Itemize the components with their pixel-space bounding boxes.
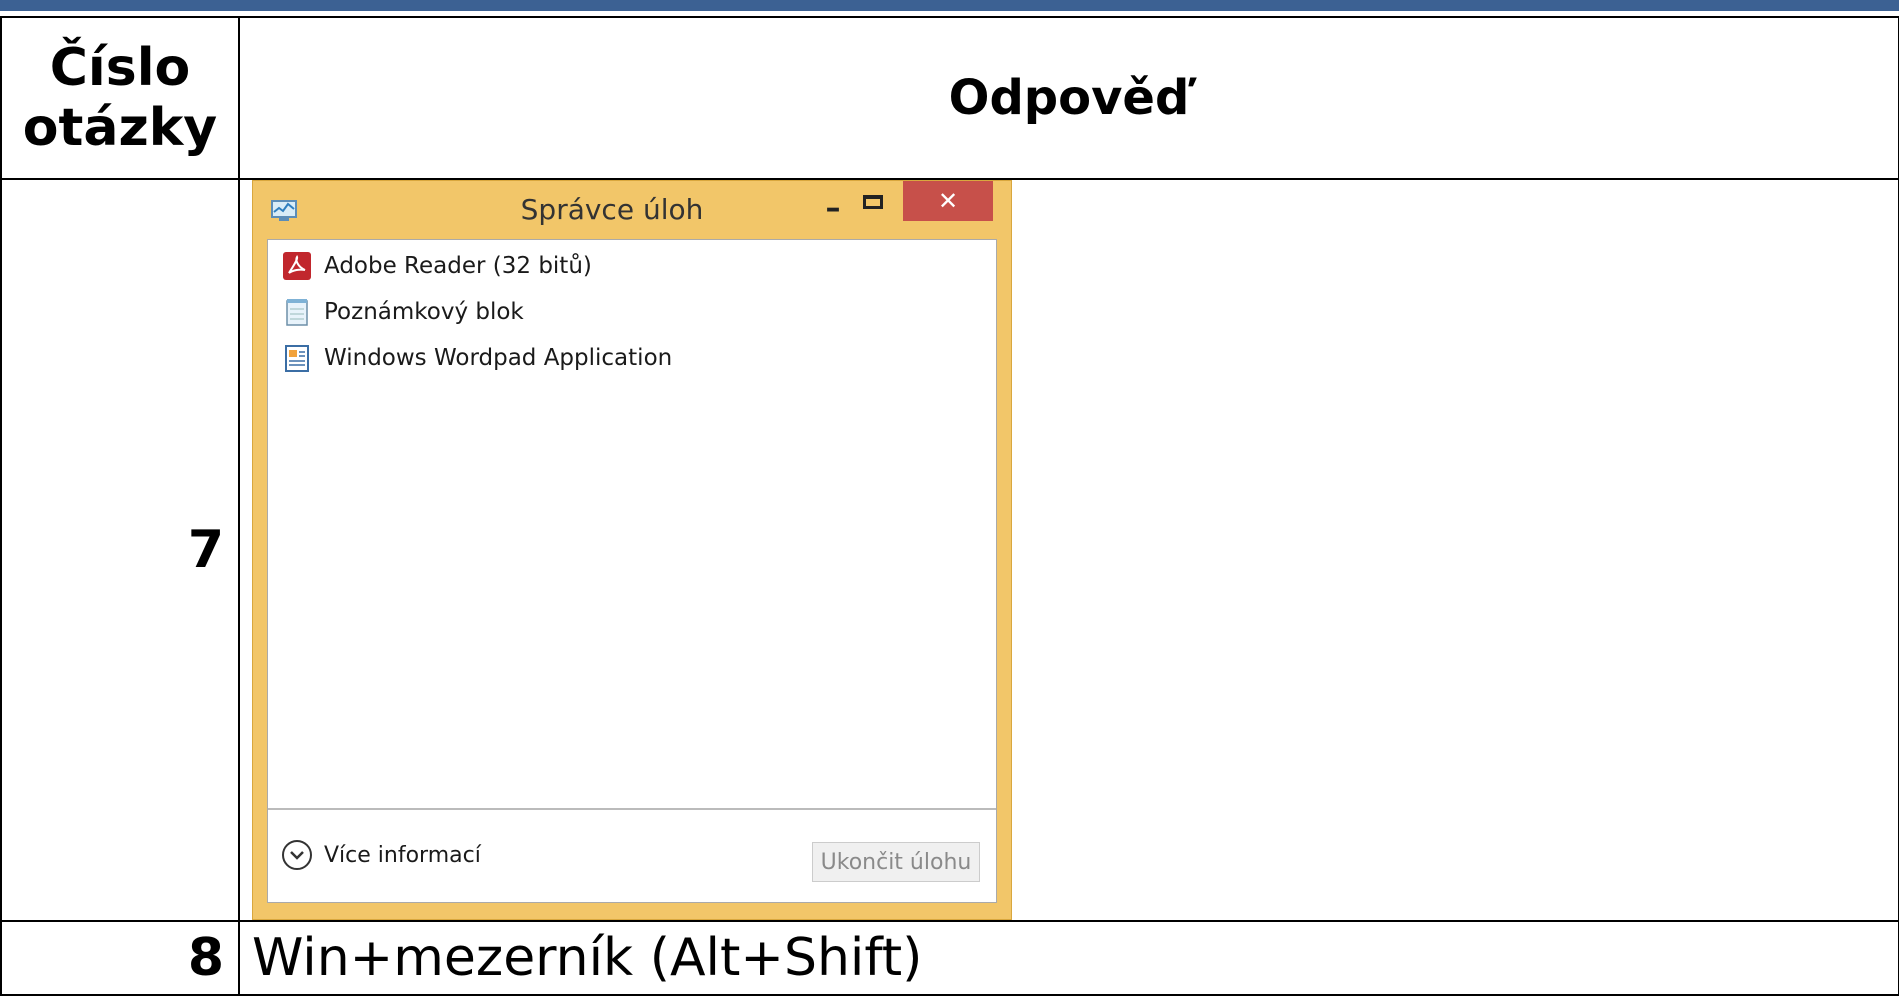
adobe-reader-icon — [283, 252, 311, 280]
answer-table: Číslo otázky Odpověď 7 Správce úloh – ✕ — [0, 16, 1899, 996]
question-number: 8 — [0, 920, 240, 996]
notepad-icon — [286, 299, 308, 326]
wordpad-icon — [285, 345, 309, 372]
answer-text: Win+mezerník (Alt+Shift) — [238, 920, 1899, 996]
close-button[interactable]: ✕ — [903, 181, 993, 221]
list-item[interactable]: Windows Wordpad Application — [282, 338, 672, 378]
window-title: Správce úloh — [520, 193, 704, 226]
table-header-row: Číslo otázky Odpověď — [0, 16, 1899, 180]
table-row: 8 Win+mezerník (Alt+Shift) — [0, 920, 1899, 996]
more-info-toggle[interactable]: Více informací — [282, 840, 481, 870]
table-row: 7 Správce úloh – ✕ Adobe Reader (32 bitů… — [0, 178, 1899, 922]
process-label: Adobe Reader (32 bitů) — [324, 253, 592, 279]
footer-divider — [268, 808, 996, 810]
maximize-button[interactable] — [863, 195, 883, 209]
more-info-label: Více informací — [324, 842, 481, 868]
window-titlebar[interactable]: Správce úloh – ✕ — [253, 181, 1011, 239]
process-list: Adobe Reader (32 bitů) Poznámkový blok W… — [267, 239, 997, 903]
answer-cell: Správce úloh – ✕ Adobe Reader (32 bitů) — [238, 178, 1899, 922]
process-label: Poznámkový blok — [324, 299, 524, 325]
minimize-button[interactable]: – — [813, 189, 853, 229]
list-item[interactable]: Adobe Reader (32 bitů) — [282, 246, 592, 286]
header-answer: Odpověď — [238, 16, 1899, 180]
list-item[interactable]: Poznámkový blok — [282, 292, 524, 332]
end-task-button[interactable]: Ukončit úlohu — [812, 842, 980, 882]
question-number: 7 — [0, 178, 240, 922]
top-accent-bar — [0, 0, 1899, 11]
chevron-down-icon — [282, 840, 312, 870]
task-manager-window: Správce úloh – ✕ Adobe Reader (32 bitů) — [252, 180, 1012, 920]
process-label: Windows Wordpad Application — [324, 345, 673, 371]
header-question-number: Číslo otázky — [0, 16, 240, 180]
